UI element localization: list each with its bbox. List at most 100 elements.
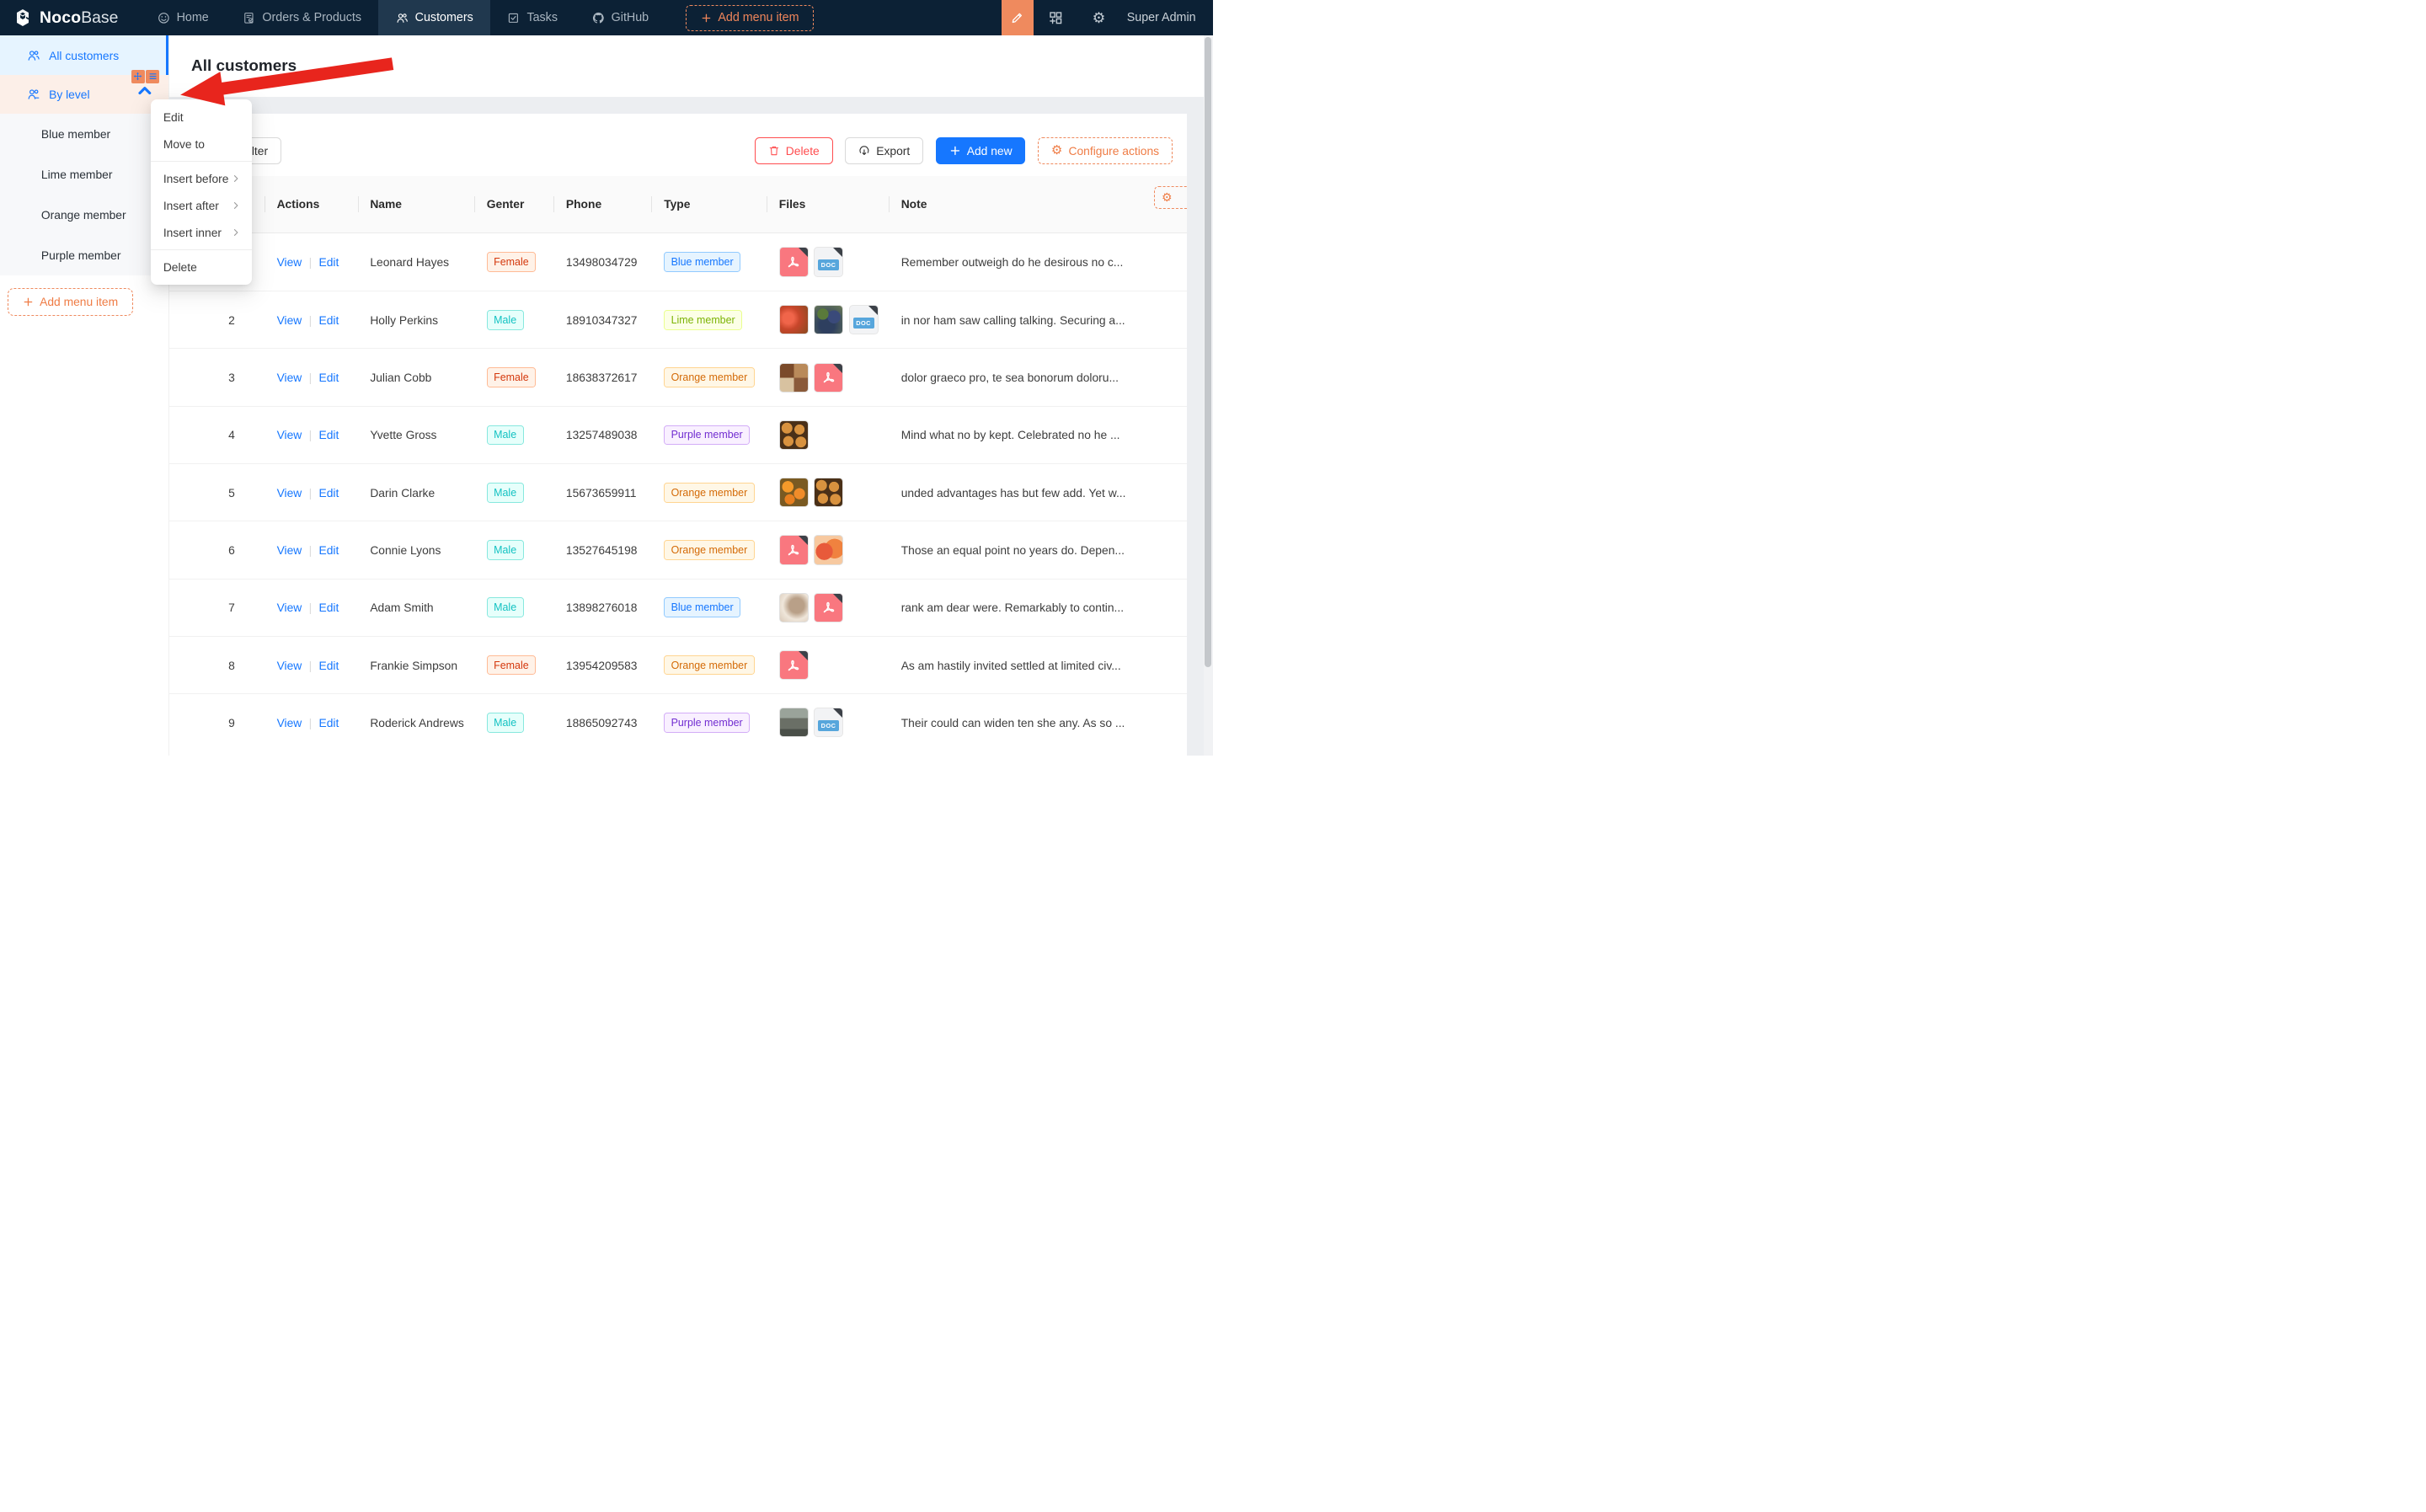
doc-file-icon[interactable]: DOC bbox=[814, 247, 843, 276]
add-new-button[interactable]: Add new bbox=[936, 137, 1026, 163]
cell-type: Blue member bbox=[651, 252, 767, 272]
doc-file-icon[interactable]: DOC bbox=[814, 708, 843, 737]
pdf-file-icon[interactable] bbox=[779, 535, 809, 564]
cell-gender: Male bbox=[474, 483, 553, 503]
edit-link[interactable]: Edit bbox=[318, 601, 339, 614]
customers-table: ActionsNameGenterPhoneTypeFilesNote 1Vie… bbox=[169, 176, 1187, 756]
view-link[interactable]: View bbox=[277, 313, 302, 327]
image-attachment-thumbnail[interactable] bbox=[779, 478, 809, 507]
nocobase-logo[interactable]: NocoBase bbox=[13, 8, 119, 28]
view-link[interactable]: View bbox=[277, 659, 302, 672]
link-separator: | bbox=[309, 601, 313, 614]
cell-name: Julian Cobb bbox=[358, 371, 474, 384]
view-link[interactable]: View bbox=[277, 716, 302, 729]
delete-button[interactable]: Delete bbox=[755, 137, 833, 163]
cell-phone: 13954209583 bbox=[553, 659, 651, 672]
sidebar-item-all-customers[interactable]: All customers bbox=[0, 35, 168, 74]
nav-item-home[interactable]: Home bbox=[140, 0, 226, 35]
column-header-name[interactable]: Name bbox=[358, 176, 474, 232]
column-header-type[interactable]: Type bbox=[651, 176, 767, 232]
sidebar-item-context-menu: EditMove to Insert beforeInsert afterInse… bbox=[151, 99, 252, 285]
scrollbar-thumb[interactable] bbox=[1205, 37, 1211, 667]
column-header-files[interactable]: Files bbox=[767, 176, 889, 232]
ui-editor-button[interactable] bbox=[1002, 0, 1034, 35]
sidebar-subitem-blue-member[interactable]: Blue member bbox=[0, 114, 168, 154]
edit-link[interactable]: Edit bbox=[318, 371, 339, 384]
table-row: 5View|EditDarin ClarkeMale15673659911Ora… bbox=[169, 463, 1187, 521]
image-attachment-thumbnail[interactable] bbox=[814, 478, 843, 507]
table-row: 8View|EditFrankie SimpsonFemale139542095… bbox=[169, 636, 1187, 693]
settings-gear-icon[interactable]: ⚙ bbox=[1090, 9, 1107, 26]
vertical-scrollbar[interactable] bbox=[1204, 35, 1213, 756]
member-type-badge: Orange member bbox=[664, 367, 754, 387]
sidebar-item-by-level[interactable]: By level bbox=[0, 75, 168, 114]
doc-file-icon[interactable]: DOC bbox=[849, 305, 879, 334]
nav-item-tasks[interactable]: Tasks bbox=[490, 0, 574, 35]
pdf-file-icon[interactable] bbox=[779, 650, 809, 680]
pdf-file-icon[interactable] bbox=[814, 593, 843, 622]
column-header-phone[interactable]: Phone bbox=[553, 176, 651, 232]
image-attachment-thumbnail[interactable] bbox=[779, 708, 809, 737]
row-actions: View|Edit bbox=[265, 428, 358, 441]
pdf-file-icon[interactable] bbox=[814, 363, 843, 393]
edit-link[interactable]: Edit bbox=[318, 255, 339, 269]
edit-link[interactable]: Edit bbox=[318, 428, 339, 441]
cell-phone: 18910347327 bbox=[553, 313, 651, 327]
configure-actions-button[interactable]: ⚙ Configure actions bbox=[1038, 137, 1173, 163]
navbar-add-menu-item-button[interactable]: Add menu item bbox=[686, 5, 814, 31]
configure-columns-button[interactable]: ⚙ bbox=[1154, 186, 1188, 210]
cell-phone: 13257489038 bbox=[553, 428, 651, 441]
image-attachment-thumbnail[interactable] bbox=[779, 593, 809, 622]
view-link[interactable]: View bbox=[277, 601, 302, 614]
image-attachment-thumbnail[interactable] bbox=[779, 363, 809, 393]
view-link[interactable]: View bbox=[277, 486, 302, 500]
edit-link[interactable]: Edit bbox=[318, 486, 339, 500]
edit-link[interactable]: Edit bbox=[318, 313, 339, 327]
link-separator: | bbox=[309, 371, 313, 384]
view-link[interactable]: View bbox=[277, 543, 302, 557]
column-header-actions[interactable]: Actions bbox=[265, 176, 358, 232]
image-attachment-thumbnail[interactable] bbox=[779, 305, 809, 334]
edit-link[interactable]: Edit bbox=[318, 543, 339, 557]
context-menu-item-edit[interactable]: Edit bbox=[151, 104, 252, 131]
image-attachment-thumbnail[interactable] bbox=[814, 305, 843, 334]
plugin-manager-button[interactable] bbox=[1047, 9, 1064, 26]
cell-gender: Male bbox=[474, 597, 553, 617]
sidebar-add-menu-item-button[interactable]: Add menu item bbox=[8, 288, 133, 316]
highlighter-icon bbox=[1010, 10, 1025, 25]
edit-link[interactable]: Edit bbox=[318, 659, 339, 672]
cell-name: Connie Lyons bbox=[358, 543, 474, 557]
view-link[interactable]: View bbox=[277, 255, 302, 269]
image-attachment-thumbnail[interactable] bbox=[814, 535, 843, 564]
view-link[interactable]: View bbox=[277, 371, 302, 384]
cell-files bbox=[767, 593, 889, 622]
nav-item-label: GitHub bbox=[612, 11, 649, 24]
context-menu-item-move-to[interactable]: Move to bbox=[151, 131, 252, 158]
export-button[interactable]: Export bbox=[845, 137, 923, 163]
column-header-genter[interactable]: Genter bbox=[474, 176, 553, 232]
sidebar-subitem-lime-member[interactable]: Lime member bbox=[0, 154, 168, 195]
context-menu-item-insert-before[interactable]: Insert before bbox=[151, 165, 252, 192]
nav-item-github[interactable]: GitHub bbox=[574, 0, 665, 35]
context-menu-item-delete[interactable]: Delete bbox=[151, 254, 252, 280]
context-menu-item-insert-inner[interactable]: Insert inner bbox=[151, 219, 252, 246]
designer-menu-button[interactable] bbox=[146, 70, 159, 83]
image-attachment-thumbnail[interactable] bbox=[779, 420, 809, 450]
nav-item-orders-products[interactable]: Orders & Products bbox=[226, 0, 378, 35]
doc-label: DOC bbox=[853, 318, 874, 329]
logo-text-noco: Noco bbox=[40, 8, 81, 28]
cell-gender: Female bbox=[474, 252, 553, 272]
context-menu-item-insert-after[interactable]: Insert after bbox=[151, 192, 252, 219]
nav-item-customers[interactable]: Customers bbox=[378, 0, 490, 35]
view-link[interactable]: View bbox=[277, 428, 302, 441]
column-header-note[interactable]: Note bbox=[889, 176, 1168, 232]
pdf-file-icon[interactable] bbox=[779, 247, 809, 276]
sidebar-subitem-purple-member[interactable]: Purple member bbox=[0, 235, 168, 275]
edit-link[interactable]: Edit bbox=[318, 716, 339, 729]
drag-move-handle[interactable] bbox=[131, 70, 145, 83]
user-menu[interactable]: Super Admin bbox=[1127, 11, 1196, 24]
sidebar-subitem-orange-member[interactable]: Orange member bbox=[0, 195, 168, 235]
nav-item-label: Customers bbox=[415, 11, 473, 24]
cell-note: dolor graeco pro, te sea bonorum doloru.… bbox=[889, 371, 1168, 384]
cell-type: Orange member bbox=[651, 540, 767, 560]
